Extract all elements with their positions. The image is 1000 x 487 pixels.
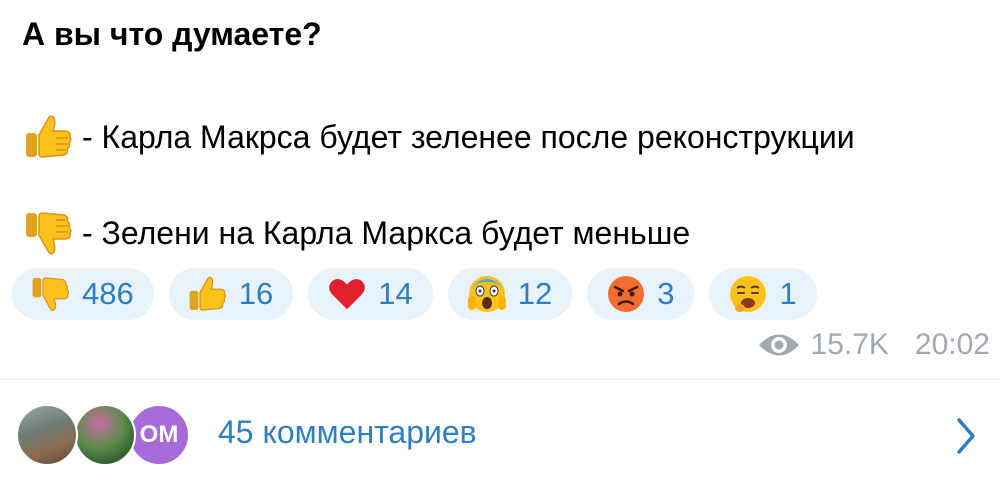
post-headline: А вы что думаете?: [22, 16, 322, 52]
thumbs-down-icon: [24, 208, 78, 258]
avatar: OM: [128, 404, 190, 466]
avatar-initials: OM: [139, 421, 179, 448]
poll-option-text: - Зелени на Карла Маркса будет меньше: [82, 215, 691, 251]
red-heart-icon: [326, 273, 368, 315]
channel-post: А вы что думаете? - Карла Макрса будет з…: [0, 0, 1000, 487]
reaction-angry[interactable]: 3: [587, 268, 695, 320]
eye-icon: [758, 334, 799, 356]
reaction-count: 486: [82, 276, 134, 311]
reaction-count: 12: [517, 276, 553, 311]
reactions-bar: 486 16 14 12 3 1: [12, 268, 817, 320]
divider: [0, 378, 1000, 380]
poll-option-text: - Карла Макрса будет зеленее после рекон…: [82, 119, 855, 155]
avatar: [74, 404, 136, 466]
post-time: 20:02: [914, 328, 990, 361]
reaction-thumbs-up[interactable]: 16: [168, 268, 294, 320]
reaction-count: 1: [779, 276, 797, 311]
angry-face-icon: [605, 273, 647, 315]
comments-button[interactable]: OM 45 комментариев: [0, 382, 1000, 487]
reaction-thumbs-down[interactable]: 486: [12, 268, 154, 320]
poll-option-thumbs-up: - Карла Макрса будет зеленее после рекон…: [24, 112, 855, 162]
reaction-count: 16: [238, 276, 274, 311]
post-meta: 15.7K 20:02: [757, 328, 990, 362]
reaction-nauseated[interactable]: 1: [709, 268, 817, 320]
thumbs-up-icon: [24, 112, 78, 162]
poll-option-thumbs-down: - Зелени на Карла Маркса будет меньше: [24, 208, 690, 258]
chevron-right-icon: [957, 418, 975, 454]
reaction-heart[interactable]: 14: [308, 268, 433, 320]
thumbs-up-icon: [187, 273, 229, 315]
reaction-count: 3: [657, 276, 675, 311]
comments-label: 45 комментариев: [218, 414, 477, 450]
thumbs-down-icon: [30, 273, 72, 315]
reaction-count: 14: [378, 276, 413, 311]
reaction-screaming[interactable]: 12: [447, 268, 573, 320]
view-count: 15.7K: [810, 328, 889, 361]
avatar: [16, 404, 78, 466]
screaming-face-icon: [466, 273, 508, 315]
nauseated-face-icon: [727, 273, 769, 315]
